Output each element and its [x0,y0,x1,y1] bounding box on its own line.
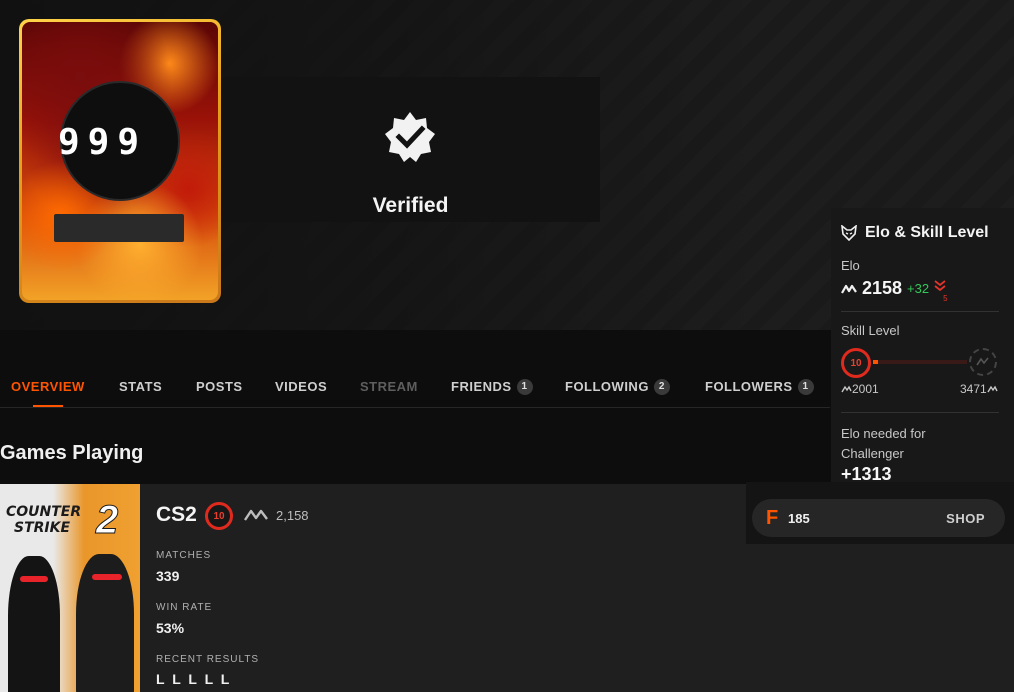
current-level-icon: 10 [841,348,871,378]
avatar-card[interactable]: 999 [19,19,221,303]
level-progress-fill [873,360,878,364]
tab-label: FRIENDS [451,379,512,394]
verified-box: Verified [221,77,600,222]
elo-down-count: 5 [943,293,948,303]
elo-skill-panel: Elo & Skill Level Elo 2158 +32 5 Skill L… [831,208,1014,482]
tab-videos[interactable]: VIDEOS [275,366,327,407]
elo-icon [987,385,998,393]
elo-value: 2158 [862,278,903,298]
matches-label: MATCHES [156,550,212,561]
elo-icon [841,284,857,294]
recent-results-value: L L L L L [156,671,232,687]
next-level-icon [969,348,997,376]
tab-label: FOLLOWERS [705,379,793,394]
avatar-background: 999 [22,22,218,300]
tab-stream: STREAM [360,366,418,407]
tab-friends[interactable]: FRIENDS 1 [451,366,533,407]
tab-posts[interactable]: POSTS [196,366,243,407]
level-progress-bar [873,360,967,364]
elo-summary: 2158 +32 5 [841,278,948,303]
games-playing-title: Games Playing [0,442,144,464]
tab-label: STREAM [360,379,418,394]
cover-number: 2 [95,498,119,543]
challenger-icon [976,357,989,366]
tab-label: FOLLOWING [565,379,649,394]
avatar-text: 999 [58,122,148,163]
range-min: 2001 [841,382,879,396]
tab-followers[interactable]: FOLLOWERS 1 [705,366,814,407]
tab-stats[interactable]: STATS [119,366,162,407]
cover-title: COUNTER STRIKE [6,504,81,536]
tab-label: OVERVIEW [11,379,85,394]
cs2-cover-image: COUNTER STRIKE 2 [0,484,140,692]
skill-level-label: Skill Level [841,323,900,338]
tab-overview[interactable]: OVERVIEW [11,366,85,407]
friends-count-badge: 1 [516,378,533,395]
verified-badge-icon [385,112,435,162]
tab-following[interactable]: FOLLOWING 2 [565,366,670,407]
points-balance: 185 [788,511,810,526]
wolf-icon [841,225,857,241]
verified-label: Verified [372,194,449,217]
divider [841,311,999,312]
shop-button[interactable]: SHOP [946,511,985,526]
tab-label: POSTS [196,379,243,394]
skill-level-badge: 10 [205,502,233,530]
range-max-value: 3471 [960,382,987,396]
matches-value: 339 [156,568,180,584]
followers-count-badge: 1 [797,378,814,395]
shop-bar[interactable]: F 185 SHOP [752,499,1005,537]
nickname-plate [54,214,184,242]
game-elo: 2,158 [276,508,309,523]
faceit-points-icon: F [766,507,779,529]
following-count-badge: 2 [653,378,670,395]
elo-trend-down: 5 [934,279,948,303]
range-max: 3471 [960,382,998,396]
tab-label: VIDEOS [275,379,328,394]
cover-title-line2: STRIKE [14,520,71,536]
cover-title-line1: COUNTER [6,504,82,520]
soldier-visor [92,574,122,580]
range-min-value: 2001 [852,382,879,396]
recent-results-label: RECENT RESULTS [156,654,260,665]
tab-label: STATS [119,379,163,394]
elo-icon [841,385,852,393]
panel-title: Elo & Skill Level [865,224,989,241]
elo-icon [244,509,268,521]
chevrons-down-icon [934,279,946,291]
elo-label: Elo [841,258,860,273]
panel-header: Elo & Skill Level [841,224,989,242]
profile-tabs: OVERVIEW STATS POSTS VIDEOS STREAM FRIEN… [0,366,830,408]
elo-needed-label: Elo needed for Challenger [841,426,926,461]
game-name: CS2 [156,503,197,526]
divider [841,412,999,413]
winrate-label: WIN RATE [156,602,213,613]
winrate-value: 53% [156,620,185,636]
elo-delta: +32 [907,281,930,296]
soldier-visor [20,576,48,582]
shop-widget: F 185 SHOP [746,482,1014,544]
